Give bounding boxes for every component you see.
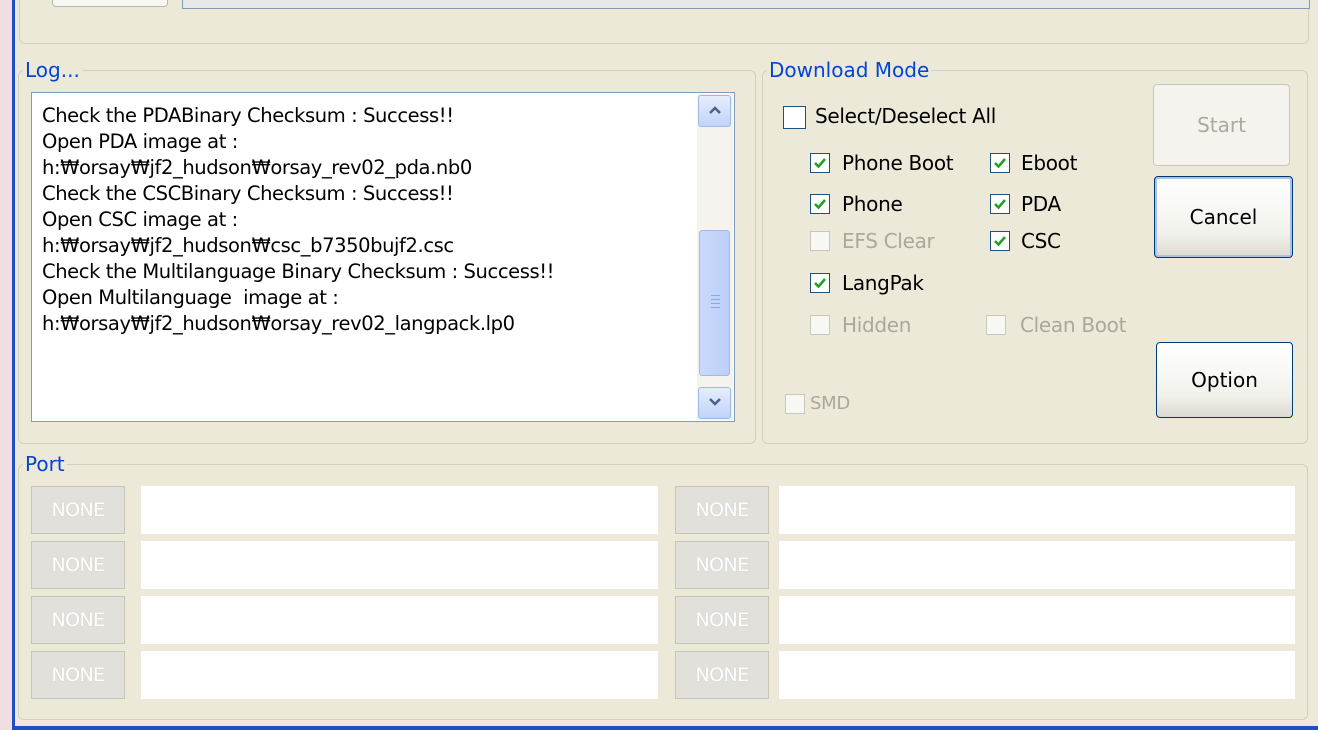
phone-boot-label: Phone Boot xyxy=(842,151,954,175)
langpak-checkbox[interactable] xyxy=(810,273,830,293)
port-button: NONE xyxy=(31,651,125,699)
log-legend: Log... xyxy=(25,58,80,82)
port-field xyxy=(779,541,1295,589)
top-field[interactable] xyxy=(182,0,1310,9)
cancel-button[interactable]: Cancel xyxy=(1154,176,1293,258)
odin-window: Log... Check the PDABinary Checksum : Su… xyxy=(15,0,1318,730)
option-button[interactable]: Option xyxy=(1156,342,1293,418)
port-button: NONE xyxy=(675,486,769,534)
clean-boot-label: Clean Boot xyxy=(1020,313,1127,337)
download-mode-legend: Download Mode xyxy=(769,58,930,82)
phone-checkbox[interactable] xyxy=(810,194,830,214)
start-button[interactable]: Start xyxy=(1153,84,1290,166)
top-button[interactable] xyxy=(52,0,168,7)
smd-label: SMD xyxy=(810,393,850,414)
grip-line xyxy=(711,303,720,304)
pda-label: PDA xyxy=(1021,192,1061,216)
select-all-checkbox[interactable] xyxy=(783,106,806,129)
checkmark-icon xyxy=(814,199,826,210)
hidden-checkbox xyxy=(810,315,830,335)
chevron-down-icon xyxy=(708,398,721,406)
checkmark-icon xyxy=(814,278,826,289)
log-text: Check the PDABinary Checksum : Success!!… xyxy=(42,103,692,337)
port-field xyxy=(141,541,658,589)
efs-clear-label: EFS Clear xyxy=(842,229,935,253)
checkmark-icon xyxy=(994,236,1006,247)
port-button: NONE xyxy=(31,486,125,534)
select-all-label: Select/Deselect All xyxy=(815,104,997,128)
phone-boot-checkbox[interactable] xyxy=(810,153,830,173)
port-button: NONE xyxy=(675,596,769,644)
checkmark-icon xyxy=(814,158,826,169)
port-field xyxy=(141,596,658,644)
port-field xyxy=(779,596,1295,644)
hidden-label: Hidden xyxy=(842,313,912,337)
port-field xyxy=(141,651,658,699)
port-button: NONE xyxy=(675,541,769,589)
grip-line xyxy=(711,295,720,296)
csc-label: CSC xyxy=(1021,229,1061,253)
efs-clear-checkbox xyxy=(810,231,830,251)
port-field xyxy=(779,486,1295,534)
eboot-label: Eboot xyxy=(1021,151,1078,175)
pda-checkbox[interactable] xyxy=(990,194,1010,214)
grip-line xyxy=(711,299,720,300)
log-line: Open Multilanguage image at : xyxy=(42,286,339,309)
chevron-up-icon xyxy=(708,106,721,114)
log-line: h:₩orsay₩jf2_hudson₩orsay_rev02_langpack… xyxy=(42,312,515,335)
scroll-thumb[interactable] xyxy=(699,230,730,376)
port-button: NONE xyxy=(675,651,769,699)
checkmark-icon xyxy=(994,158,1006,169)
port-button: NONE xyxy=(31,541,125,589)
log-line: h:₩orsay₩jf2_hudson₩orsay_rev02_pda.nb0 xyxy=(42,156,472,179)
log-line: Check the PDABinary Checksum : Success!! xyxy=(42,104,454,127)
log-line: Open CSC image at : xyxy=(42,208,238,231)
checkmark-icon xyxy=(994,199,1006,210)
port-button: NONE xyxy=(31,596,125,644)
grip-line xyxy=(711,307,720,308)
log-line: Check the Multilanguage Binary Checksum … xyxy=(42,260,555,283)
port-field xyxy=(779,651,1295,699)
log-line: Open PDA image at : xyxy=(42,130,238,153)
clean-boot-checkbox xyxy=(986,315,1006,335)
port-field xyxy=(141,486,658,534)
langpak-label: LangPak xyxy=(842,271,924,295)
background-strip xyxy=(0,0,12,730)
scroll-down-button[interactable] xyxy=(698,387,731,419)
scroll-up-button[interactable] xyxy=(698,95,731,127)
log-line: Check the CSCBinary Checksum : Success!! xyxy=(42,182,454,205)
port-legend: Port xyxy=(25,452,65,476)
log-scrollbar[interactable] xyxy=(697,94,733,420)
smd-checkbox xyxy=(785,394,805,414)
log-textbox[interactable]: Check the PDABinary Checksum : Success!!… xyxy=(31,92,735,422)
csc-checkbox[interactable] xyxy=(990,231,1010,251)
log-line: h:₩orsay₩jf2_hudson₩csc_b7350bujf2.csc xyxy=(42,234,454,257)
eboot-checkbox[interactable] xyxy=(990,153,1010,173)
phone-label: Phone xyxy=(842,192,903,216)
top-section xyxy=(19,0,1310,44)
